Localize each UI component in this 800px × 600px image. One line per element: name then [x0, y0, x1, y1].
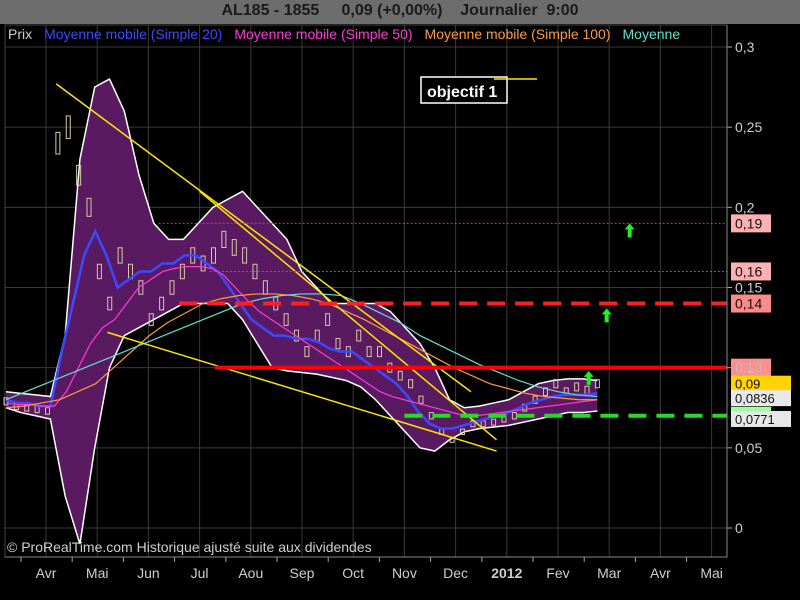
legend-item: Moyenne mobile (Simple 100) — [425, 26, 611, 42]
legend-item: Prix — [8, 26, 32, 42]
price-label: 0,09 — [735, 377, 760, 392]
legend-item: Moyenne mobile (Simple 50) — [234, 26, 412, 42]
x-tick-label: Jul — [191, 565, 209, 581]
x-tick-label: Sep — [290, 565, 315, 581]
x-tick-label: Dec — [443, 565, 468, 581]
copyright-notice: © ProRealTime.com Historique ajusté suit… — [7, 539, 372, 555]
x-tick-label: Mai — [86, 565, 109, 581]
x-tick-label: Jun — [137, 565, 160, 581]
annotation: objectif 1 — [420, 76, 537, 104]
x-tick-label: Avr — [650, 565, 671, 581]
legend-item: Moyenne — [623, 26, 681, 42]
up-arrow — [624, 223, 635, 238]
y-tick-label: 0,2 — [735, 199, 755, 215]
x-tick-label: 2012 — [491, 565, 522, 581]
legend: Prix Moyenne mobile (Simple 20) Moyenne mo… — [8, 26, 680, 42]
x-tick-label: Nov — [392, 565, 417, 581]
y-tick-label: 0,25 — [735, 119, 762, 135]
level-label: 0,16 — [735, 263, 762, 279]
y-tick-label: 0,05 — [735, 440, 762, 456]
x-tick-label: Fev — [546, 565, 569, 581]
x-tick-label: Aou — [238, 565, 263, 581]
price-label: 0,0836 — [735, 391, 775, 406]
x-tick-label: Oct — [342, 565, 364, 581]
price-label: 0,0771 — [735, 412, 775, 427]
y-tick-label: 0,3 — [735, 39, 755, 55]
y-tick-label: 0,15 — [735, 280, 762, 296]
x-tick-label: Mar — [597, 565, 621, 581]
price-bar — [55, 131, 61, 155]
y-tick-label: 0,10 — [735, 360, 762, 376]
legend-item: Moyenne mobile (Simple 20) — [44, 26, 222, 42]
x-tick-label: Mai — [700, 565, 723, 581]
x-tick-label: Avr — [36, 565, 57, 581]
up-arrow — [601, 308, 612, 323]
y-tick-label: 0 — [735, 520, 743, 536]
price-chart[interactable]: 0,190,160,140,100,070,090,08360,0771 0,3… — [0, 0, 800, 600]
level-label: 0,19 — [735, 215, 762, 231]
objective-label: objectif 1 — [427, 84, 497, 101]
level-label: 0,14 — [735, 296, 762, 312]
